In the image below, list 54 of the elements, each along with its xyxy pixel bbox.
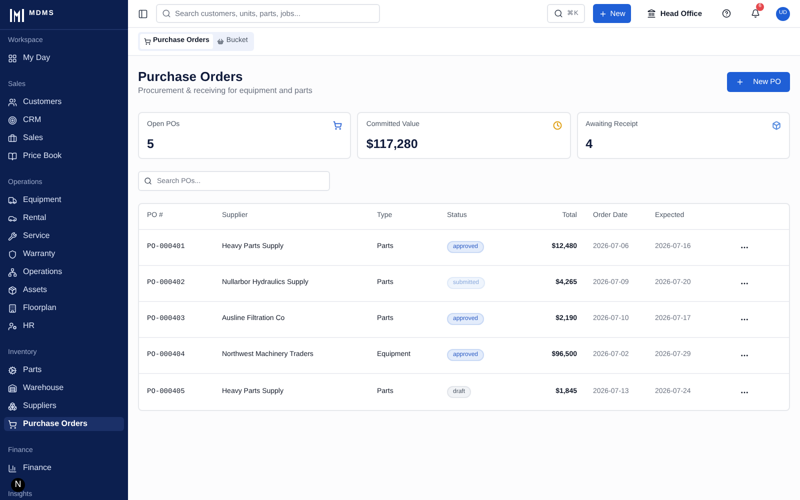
basket-icon [217, 38, 224, 45]
nav-icon [8, 464, 17, 472]
dev-indicator[interactable]: N [11, 478, 25, 492]
page-title: Purchase Orders [138, 69, 244, 85]
page-subtitle: Procurement & receiving for equipment and parts [138, 85, 312, 97]
nav-item[interactable]: Suppliers [4, 399, 124, 413]
plus-icon [599, 10, 608, 18]
nav-item[interactable]: Finance [4, 461, 124, 475]
nav-item[interactable]: Customers [4, 95, 124, 109]
nav-item[interactable]: Operations [4, 265, 124, 279]
nav-icon [8, 384, 17, 392]
nav-item[interactable]: Equipment [4, 193, 124, 207]
nav-icon [8, 232, 17, 240]
plus-icon [736, 78, 744, 86]
logo-icon [9, 6, 25, 22]
nav-item[interactable]: Sales [4, 131, 124, 145]
nav-icon [8, 286, 17, 294]
search-icon [162, 9, 171, 18]
nav-icon [8, 214, 17, 222]
nav-item[interactable]: HR [4, 319, 124, 333]
stat-value: 5 [147, 136, 155, 152]
nav-icon [8, 152, 17, 160]
nav-icon [8, 304, 17, 312]
stat-value: $117,280 [366, 136, 419, 152]
nav-icon [8, 268, 17, 276]
nav-item[interactable]: Assets [4, 283, 124, 297]
notification-icon[interactable] [751, 9, 760, 18]
search-icon [144, 177, 152, 185]
nav-item[interactable]: Warranty [4, 247, 124, 261]
nav-icon [8, 250, 17, 258]
nav-icon [8, 196, 17, 204]
cart-icon [144, 38, 151, 45]
building-icon [647, 9, 656, 18]
nav-icon [8, 420, 17, 428]
nav-icon [8, 98, 17, 106]
sidebar-toggle-icon[interactable] [138, 8, 148, 18]
nav-item[interactable]: Floorplan [4, 301, 124, 315]
nav-item[interactable]: Service [4, 229, 124, 243]
nav-item[interactable]: Rental [4, 211, 124, 225]
nav-icon [8, 402, 17, 410]
nav-item[interactable]: Price Book [4, 149, 124, 163]
nav-icon [8, 134, 17, 142]
nav-icon [8, 116, 17, 124]
nav-item[interactable]: CRM [4, 113, 124, 127]
nav-item[interactable]: Purchase Orders [4, 417, 124, 431]
stat-value: 4 [586, 136, 594, 152]
nav-item[interactable]: Warehouse [4, 381, 124, 395]
search-icon [554, 9, 563, 18]
nav-icon [8, 54, 17, 62]
nav-icon [8, 366, 17, 374]
help-icon[interactable] [722, 9, 731, 18]
nav-item[interactable]: Parts [4, 363, 124, 377]
nav-icon [8, 322, 17, 330]
nav-item[interactable]: My Day [4, 51, 124, 65]
